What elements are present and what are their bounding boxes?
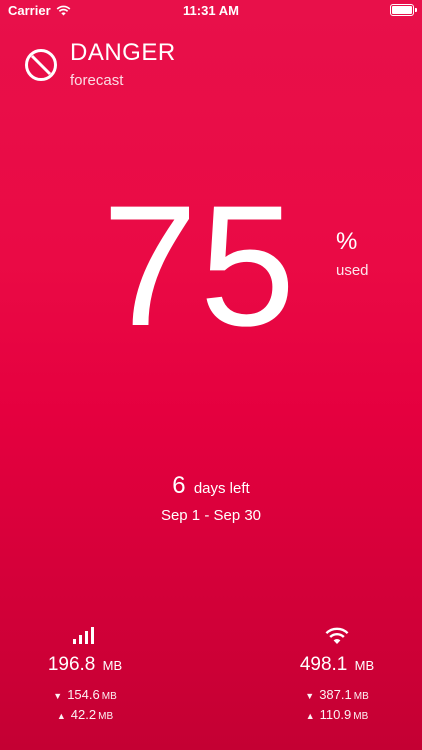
cellular-signal-icon xyxy=(73,627,94,644)
download-arrow-icon: ▼ xyxy=(53,691,63,701)
cellular-upload-unit: MB xyxy=(98,711,114,722)
cellular-download: ▼ 154.6 MB xyxy=(0,686,170,706)
upload-arrow-icon: ▲ xyxy=(56,711,66,721)
status-time: 11:31 AM xyxy=(183,3,239,18)
billing-date-range: Sep 1 - Sep 30 xyxy=(160,507,262,524)
cellular-total: 196.8 MB xyxy=(0,654,170,676)
wifi-download: ▼ 387.1 MB xyxy=(252,686,422,706)
wifi-upload-value: 110.9 xyxy=(319,707,352,722)
usage-percent-label: used xyxy=(336,262,369,279)
no-entry-icon xyxy=(25,49,57,81)
wifi-icon xyxy=(325,627,349,644)
wifi-upload-unit: MB xyxy=(353,711,369,722)
upload-arrow-icon: ▲ xyxy=(305,711,315,721)
usage-percent-value: 75 xyxy=(102,170,298,362)
forecast-header: DANGER forecast xyxy=(24,40,176,89)
cellular-breakdown: ▼ 154.6 MB ▲ 42.2 MB xyxy=(0,686,170,726)
usage-percent-sign: % xyxy=(336,228,358,255)
download-arrow-icon: ▼ xyxy=(305,691,315,701)
cellular-upload: ▲ 42.2 MB xyxy=(0,706,170,726)
wifi-total-unit: MB xyxy=(354,658,375,673)
wifi-upload: ▲ 110.9 MB xyxy=(252,706,422,726)
status-bar: Carrier 11:31 AM xyxy=(0,0,422,22)
cellular-total-value: 196.8 xyxy=(47,654,96,675)
wifi-total: 498.1 MB xyxy=(252,654,422,676)
forecast-status-title: DANGER xyxy=(70,39,176,66)
wifi-download-unit: MB xyxy=(353,691,369,702)
cellular-download-unit: MB xyxy=(101,691,117,702)
wifi-total-value: 498.1 xyxy=(299,654,348,675)
forecast-status-subtitle: forecast xyxy=(70,72,124,89)
battery-icon xyxy=(390,4,417,16)
wifi-usage: 498.1 MB ▼ 387.1 MB ▲ 110.9 MB xyxy=(252,624,422,726)
cellular-usage: 196.8 MB ▼ 154.6 MB ▲ 42.2 MB xyxy=(0,624,170,726)
days-left-number: 6 xyxy=(172,472,186,499)
wifi-breakdown: ▼ 387.1 MB ▲ 110.9 MB xyxy=(252,686,422,726)
cellular-upload-value: 42.2 xyxy=(70,707,97,722)
wifi-download-value: 387.1 xyxy=(319,687,352,702)
days-left: 6 days left xyxy=(0,472,422,500)
cellular-download-value: 154.6 xyxy=(67,687,100,702)
days-left-label: days left xyxy=(193,480,250,497)
cellular-total-unit: MB xyxy=(102,658,123,673)
